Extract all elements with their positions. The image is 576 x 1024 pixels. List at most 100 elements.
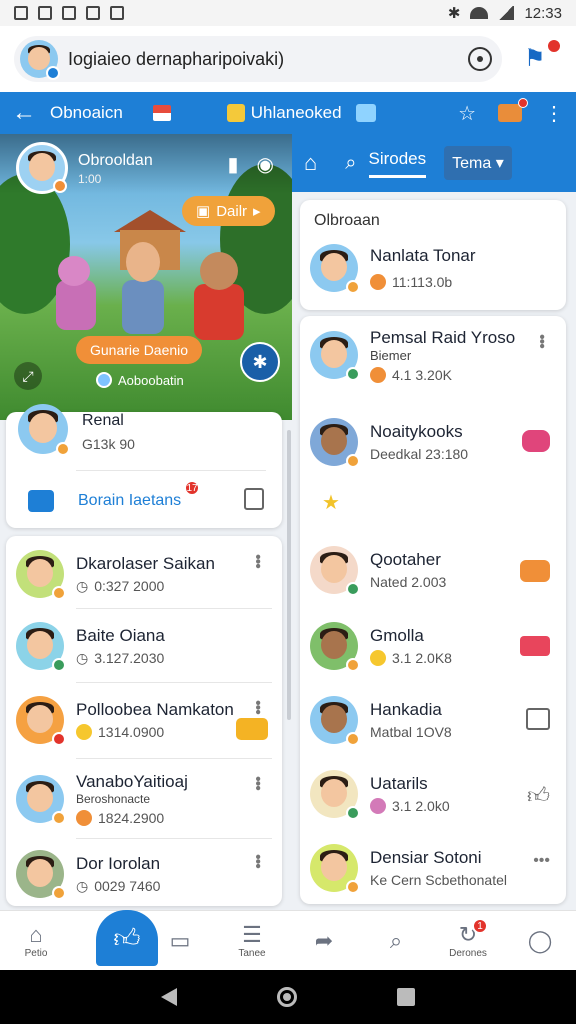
document-icon[interactable] <box>244 488 264 510</box>
list-item[interactable]: Qootaher Nated 2.003 <box>300 540 566 600</box>
system-back-icon[interactable] <box>161 988 177 1006</box>
hero-banner[interactable]: Obrooldan 1:00 ▮ ◉ ▣ Dailr ▸ Gunarie Dae… <box>0 134 292 420</box>
list-item[interactable]: Uatarils 3.1 2.0k0 👍︎ <box>300 764 566 824</box>
home-icon: ⌂ <box>29 922 43 947</box>
game-button[interactable]: Gunarie Daenio <box>76 336 203 364</box>
nav-item-home[interactable]: ⌂ Petio <box>0 922 72 959</box>
list-item[interactable]: Hankadia Matbal 1OV8 <box>300 690 566 750</box>
star-icon[interactable]: ★ <box>322 490 340 515</box>
search-bar[interactable]: Iogiaieo dernapharipoivaki) <box>14 36 502 82</box>
avatar[interactable] <box>16 775 66 825</box>
search-icon[interactable]: ⌕ <box>345 152 356 175</box>
profile-sub: G13k 90 <box>82 436 135 452</box>
heart-icon[interactable] <box>522 430 550 452</box>
avatar[interactable] <box>310 546 360 596</box>
list-item[interactable]: Noaitykooks Deedkal 23:180 <box>300 412 566 472</box>
nav-label: Derones <box>449 948 487 959</box>
user-avatar[interactable] <box>20 40 60 80</box>
more-icon[interactable]: ••• <box>248 700 266 714</box>
nav-item-chat[interactable]: ☰ Tanee <box>216 922 288 959</box>
star-outline-icon[interactable]: ☆ <box>458 101 476 126</box>
more-vert-icon[interactable]: ⋮ <box>544 101 564 126</box>
avatar[interactable] <box>310 696 360 746</box>
featured-avatar[interactable] <box>310 244 360 294</box>
nav-item-profile[interactable]: ◯ <box>504 928 576 954</box>
emoji-icon <box>370 798 386 814</box>
list-item[interactable]: Dkarolaser Saikan ◷ 0:327 2000 ••• <box>6 542 282 606</box>
list-item-meta: Ke Cern Scbethonatel <box>370 872 507 888</box>
emoji-icon <box>76 724 92 740</box>
hero-name: Obrooldan <box>78 152 153 169</box>
profile-avatar[interactable] <box>18 404 70 456</box>
back-arrow-icon[interactable]: ← <box>12 99 36 127</box>
avatar[interactable] <box>310 331 360 381</box>
list-item[interactable]: Polloobea Namkaton 1314.0900 ••• <box>6 688 282 752</box>
list-item-meta: 4.1 3.20K <box>392 366 452 383</box>
avatar[interactable] <box>310 622 360 672</box>
nav-item-share[interactable]: ➦ <box>288 928 360 954</box>
list-item-name: Qootaher <box>370 550 441 569</box>
hero-footer[interactable]: Aoboobatin <box>96 372 184 388</box>
flag-icon[interactable] <box>152 105 171 121</box>
search-input[interactable]: Iogiaieo dernapharipoivaki) <box>68 49 468 70</box>
more-horizontal-icon[interactable]: ••• <box>533 852 550 870</box>
list-item[interactable]: Baite Oiana ◷ 3.127.2030 <box>6 614 282 678</box>
active-like-button[interactable]: 👍︎ <box>96 910 158 966</box>
theme-dropdown[interactable]: Tema ▾ <box>444 146 512 180</box>
list-item[interactable]: Dor Iorolan ◷ 0029 7460 ••• <box>6 842 282 906</box>
list-item[interactable]: VanaboYaitioaj Beroshonacte 1824.2900 ••… <box>6 764 282 834</box>
chat-icon[interactable] <box>28 490 54 512</box>
profile-link[interactable]: Borain Iaetans <box>78 492 181 510</box>
list-item-meta: 0:327 2000 <box>94 578 165 594</box>
share-fab[interactable]: ✱ <box>240 342 280 382</box>
system-home-icon[interactable] <box>277 987 297 1007</box>
battery-icon[interactable] <box>520 636 550 656</box>
character-boy-head <box>126 242 160 282</box>
home-icon[interactable]: ⌂ <box>304 150 317 176</box>
power-icon[interactable]: ◉ <box>257 152 274 177</box>
list-item[interactable]: Pemsal Raid Yroso Biemer 4.1 3.20K ••• <box>300 322 566 388</box>
tag-icon[interactable] <box>236 718 268 740</box>
bag-icon[interactable] <box>355 104 376 122</box>
left-list: Dkarolaser Saikan ◷ 0:327 2000 ••• Baite … <box>6 536 282 906</box>
hero-avatar[interactable] <box>16 142 68 194</box>
featured-header: Olbroaan <box>314 212 380 229</box>
daily-button[interactable]: ▣ Dailr ▸ <box>182 196 275 226</box>
more-icon[interactable]: ••• <box>248 776 266 790</box>
list-item[interactable]: Densiar Sotoni Ke Cern Scbethonatel ••• <box>300 838 566 898</box>
emoji-icon <box>370 366 386 383</box>
thumbs-up-icon[interactable]: 👍︎ <box>527 782 550 809</box>
inbox-icon[interactable] <box>498 98 528 122</box>
character-pink-head <box>58 256 90 286</box>
gift-icon[interactable] <box>520 560 550 582</box>
house-roof-illustration <box>114 210 186 232</box>
divider <box>76 682 272 683</box>
avatar[interactable] <box>310 770 360 820</box>
avatar[interactable] <box>16 850 66 900</box>
more-icon[interactable]: ••• <box>248 554 266 568</box>
nav-item-search[interactable]: ⌕ <box>360 928 432 954</box>
search-action-icon[interactable] <box>468 47 492 71</box>
scrollbar[interactable] <box>287 430 291 720</box>
status-bar: ✱ 12:33 <box>0 0 576 26</box>
system-recents-icon[interactable] <box>397 988 415 1006</box>
bookmark-icon[interactable]: ▮ <box>228 152 239 177</box>
profile-card[interactable]: Renal G13k 90 Borain Iaetans 17 <box>6 404 282 528</box>
more-icon[interactable]: ••• <box>532 334 550 348</box>
bluetooth-icon: ✱ <box>447 5 461 22</box>
list-item[interactable]: Gmolla 3.1 2.0K8 <box>300 616 566 676</box>
message-icon[interactable] <box>526 708 550 730</box>
nav-item-refresh[interactable]: ↻ Derones 1 <box>432 918 504 959</box>
more-icon[interactable]: ••• <box>248 854 266 868</box>
hero-footer-label: Aoboobatin <box>118 372 184 388</box>
expand-icon[interactable]: ⤢ <box>14 362 42 390</box>
avatar[interactable] <box>16 622 66 672</box>
avatar[interactable] <box>16 550 66 600</box>
tab-stories[interactable]: Sirodes <box>368 149 427 178</box>
app-bar-subtitle[interactable]: Uhlaneoked <box>251 103 342 123</box>
people-icon[interactable]: ⚑ <box>524 38 562 74</box>
avatar[interactable] <box>16 696 66 746</box>
featured-card[interactable]: Olbroaan Nanlata Tonar 11:113.0b <box>300 200 566 310</box>
avatar[interactable] <box>310 844 360 894</box>
avatar[interactable] <box>310 418 360 468</box>
